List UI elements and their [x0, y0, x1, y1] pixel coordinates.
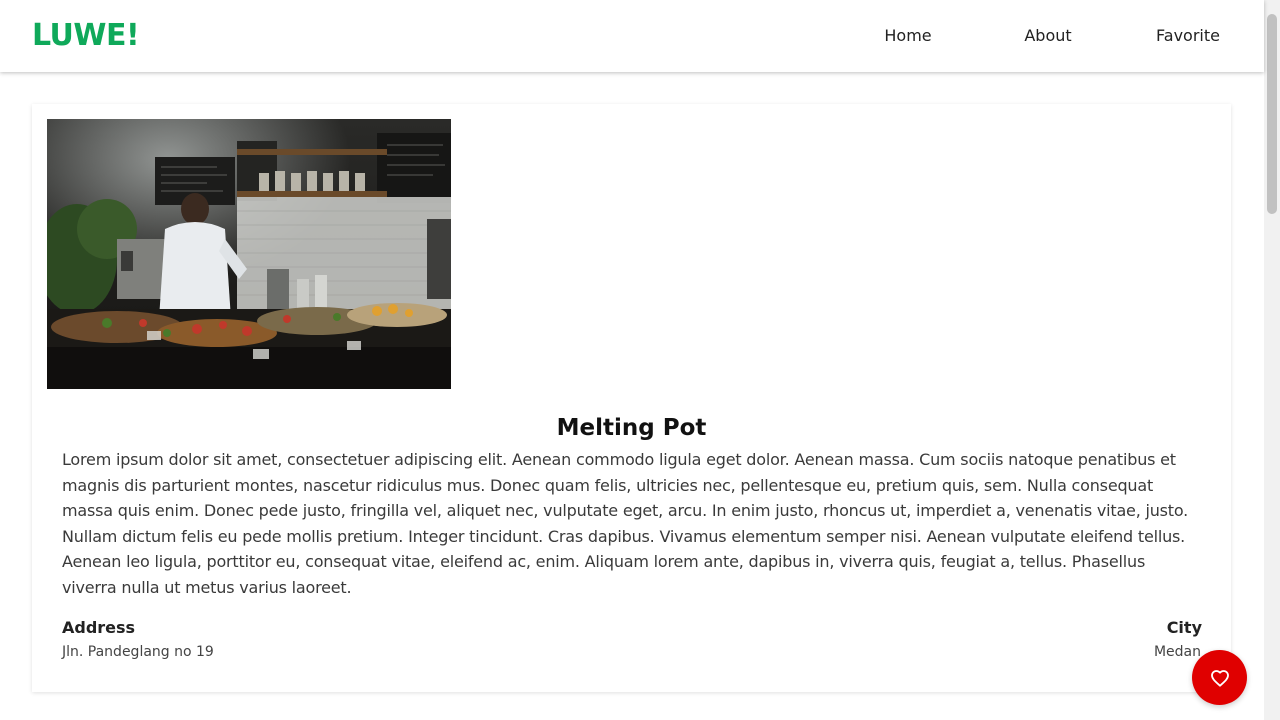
navbar: LUWE! Home About Favorite — [0, 0, 1264, 72]
brand-logo[interactable]: LUWE! — [32, 16, 140, 56]
nav-item-about: About — [978, 0, 1118, 72]
nav-link-favorite[interactable]: Favorite — [1118, 0, 1258, 72]
restaurant-detail-card: Melting Pot Lorem ipsum dolor sit amet, … — [32, 104, 1231, 692]
nav-menu: Home About Favorite — [838, 0, 1264, 72]
nav-item-favorite: Favorite — [1118, 0, 1264, 72]
restaurant-name: Melting Pot — [556, 415, 707, 441]
favorite-button[interactable] — [1192, 650, 1247, 705]
city-label: City — [1166, 618, 1202, 637]
heart-icon — [1210, 669, 1229, 687]
address-label: Address — [62, 618, 136, 637]
restaurant-photo — [47, 119, 451, 389]
nav-link-home[interactable]: Home — [838, 0, 978, 72]
nav-item-home: Home — [838, 0, 978, 72]
page-scrollbar[interactable] — [1264, 0, 1280, 720]
city-value: Medan — [1153, 644, 1201, 660]
address-value: Jln. Pandeglang no 19 — [62, 644, 214, 660]
scrollbar-thumb[interactable] — [1267, 14, 1277, 214]
restaurant-description: Lorem ipsum dolor sit amet, consectetuer… — [62, 450, 1189, 597]
nav-link-about[interactable]: About — [978, 0, 1118, 72]
